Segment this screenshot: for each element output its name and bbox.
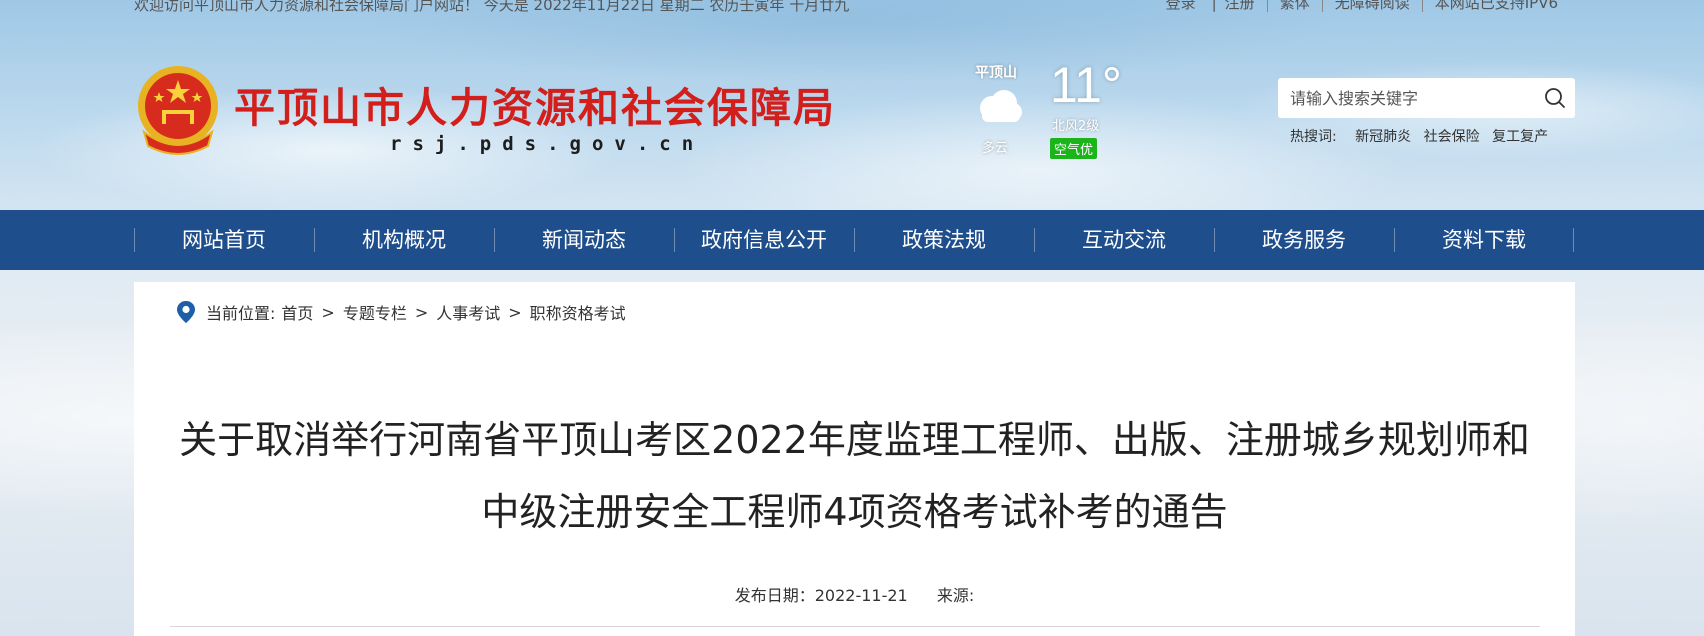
- weather-widget: 平顶山 多云 11° 北风2级 空气优: [960, 57, 1122, 170]
- hot-word-link[interactable]: 新冠肺炎: [1355, 129, 1411, 145]
- article-panel: 当前位置: 首页 > 专题专栏 > 人事考试 > 职称资格考试 关于取消举行河南…: [134, 282, 1575, 636]
- search-icon: [1545, 88, 1565, 108]
- nav-item-overview[interactable]: 机构概况: [314, 210, 494, 270]
- nav-item-services[interactable]: 政务服务: [1214, 210, 1394, 270]
- weather-city: 平顶山: [975, 65, 1017, 81]
- weather-wind: 北风2级: [1052, 119, 1100, 134]
- hot-word-link[interactable]: 复工复产: [1492, 129, 1548, 145]
- article-meta: 发布日期：2022-11-21 来源:: [134, 582, 1575, 606]
- breadcrumb-item-qualification-exams[interactable]: 职称资格考试: [530, 300, 626, 324]
- nav-item-downloads[interactable]: 资料下载: [1394, 210, 1574, 270]
- top-links: 登录 | 注册 繁体 无障碍阅读 本网站已支持IPV6: [1166, 0, 1570, 12]
- site-title[interactable]: 平顶山市人力资源和社会保障局: [234, 74, 836, 134]
- breadcrumb-item-topics[interactable]: 专题专栏: [343, 300, 407, 324]
- breadcrumb-label: 当前位置:: [206, 304, 276, 323]
- nav-item-home[interactable]: 网站首页: [134, 210, 314, 270]
- login-link[interactable]: 登录: [1166, 0, 1208, 12]
- breadcrumb-separator: >: [414, 302, 429, 322]
- welcome-text: 欢迎访问平顶山市人力资源和社会保障局门户网站！ 今天是 2022年11月22日 …: [134, 0, 850, 14]
- search-input[interactable]: [1278, 78, 1535, 118]
- article-title-line-2: 中级注册安全工程师4项资格考试补考的通告: [481, 490, 1228, 534]
- nav-item-gov-info[interactable]: 政府信息公开: [674, 210, 854, 270]
- register-link[interactable]: 注册: [1221, 0, 1267, 12]
- traditional-link[interactable]: 繁体: [1266, 0, 1322, 12]
- main-nav: 网站首页 机构概况 新闻动态 政府信息公开 政策法规 互动交流 政务服务 资料下…: [0, 210, 1704, 270]
- breadcrumb-item-home[interactable]: 首页: [281, 300, 313, 324]
- hot-search-label: 热搜词:: [1290, 129, 1337, 145]
- weather-desc: 多云: [982, 141, 1009, 156]
- nav-item-news[interactable]: 新闻动态: [494, 210, 674, 270]
- accessible-reading-link[interactable]: 无障碍阅读: [1321, 0, 1422, 12]
- hot-word-link[interactable]: 社会保险: [1424, 129, 1480, 145]
- hot-search-words: 热搜词: 新冠肺炎 社会保险 复工复产: [1290, 126, 1556, 146]
- breadcrumb-item-exams[interactable]: 人事考试: [436, 300, 500, 324]
- search-button[interactable]: [1535, 78, 1575, 118]
- article-title: 关于取消举行河南省平顶山考区2022年度监理工程师、出版、注册城乡规划师和 中级…: [134, 404, 1575, 548]
- cloudy-icon: [972, 86, 1024, 126]
- national-emblem-icon: [134, 62, 222, 158]
- breadcrumb-separator: >: [508, 302, 522, 322]
- location-pin-icon: [177, 301, 195, 323]
- air-quality-badge: 空气优: [1050, 138, 1098, 159]
- nav-item-interaction[interactable]: 互动交流: [1034, 210, 1214, 270]
- meta-divider: [170, 626, 1540, 627]
- article-title-line-1: 关于取消举行河南省平顶山考区2022年度监理工程师、出版、注册城乡规划师和: [179, 418, 1530, 462]
- publish-date: 发布日期：2022-11-21: [734, 586, 908, 605]
- ipv6-notice: 本网站已支持IPV6: [1421, 0, 1570, 12]
- site-domain: rsj.pds.gov.cn: [390, 133, 705, 155]
- login-register-divider: |: [1211, 0, 1217, 12]
- top-bar: 欢迎访问平顶山市人力资源和社会保障局门户网站！ 今天是 2022年11月22日 …: [134, 0, 1570, 18]
- breadcrumb: 当前位置: 首页 > 专题专栏 > 人事考试 > 职称资格考试: [176, 300, 626, 324]
- nav-item-policy[interactable]: 政策法规: [854, 210, 1034, 270]
- article-source: 来源:: [936, 586, 975, 605]
- weather-temp: 11°: [1050, 57, 1122, 113]
- breadcrumb-separator: >: [321, 302, 335, 322]
- search-box: [1278, 78, 1575, 118]
